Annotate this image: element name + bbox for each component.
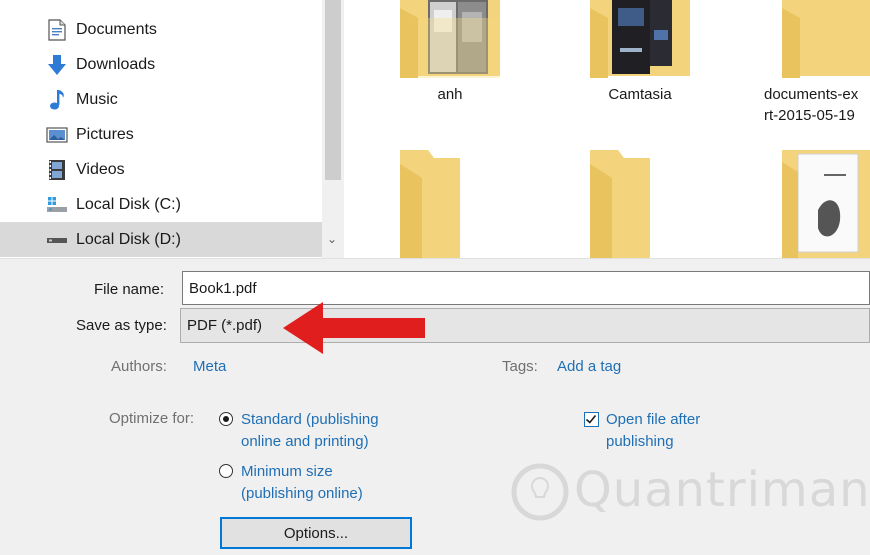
pictures-icon [46,124,68,146]
radio-selected-dot [222,415,229,422]
download-arrow-icon [46,54,68,76]
standard-line1: Standard (publishing [241,411,379,428]
nav-item-documents[interactable]: Documents [0,12,322,47]
optimize-for-label: Optimize for: [109,410,195,427]
nav-label: Documents [76,20,157,38]
nav-label: Local Disk (C:) [76,195,181,213]
file-name-label: File name: [94,281,165,298]
nav-scrollbar[interactable]: ⌄ [322,0,344,258]
checkmark-icon [585,414,597,424]
folder-label-line2: rt-2015-05-19 [764,107,855,124]
tags-label: Tags: [502,358,538,375]
folder-icon [782,0,870,78]
options-button-label: Options... [283,524,349,542]
nav-item-local-disk-d[interactable]: Local Disk (D:) [0,222,322,257]
divider [0,258,870,259]
folder-label-line1: documents-ex [764,86,859,103]
folder-item[interactable]: documents-ex rt-2015-05-19 [764,0,870,124]
scrollbar-thumb[interactable] [325,0,341,180]
authors-label: Authors: [111,358,167,375]
navigation-pane: Documents Downloads Music Pictures Video… [0,0,322,258]
open-file-checkbox[interactable] [584,412,599,427]
nav-item-local-disk-c[interactable]: Local Disk (C:) [0,187,322,222]
save-as-type-label: Save as type: [76,317,167,334]
nav-label: Pictures [76,125,134,143]
nav-item-music[interactable]: Music [0,82,322,117]
folder-icon [400,150,460,258]
file-list: anh Camtasia documents-ex rt-2015-05-19 [344,0,870,258]
tags-field[interactable]: Add a tag [557,358,621,375]
minimum-size-radio[interactable] [219,464,233,478]
chevron-down-icon[interactable]: ⌄ [327,232,337,246]
nav-label: Videos [76,160,125,178]
open-file-option-label[interactable]: Open file after publishing [606,409,700,453]
minimum-line1: Minimum size [241,463,333,480]
standard-line2: online and printing) [241,433,369,450]
nav-label: Downloads [76,55,156,73]
minimum-line2: (publishing online) [241,485,363,502]
videos-icon [46,159,68,181]
documents-icon [46,18,68,41]
minimum-size-option-label[interactable]: Minimum size (publishing online) [241,461,363,505]
nav-item-videos[interactable]: Videos [0,152,322,187]
options-button[interactable]: Options... [220,517,412,549]
drive-icon [46,229,68,251]
watermark-text: Quantrimang [574,462,870,518]
lightbulb-logo-icon [511,463,569,521]
windows-drive-icon [46,194,68,216]
authors-field[interactable]: Meta [193,358,226,375]
folder-item[interactable] [400,150,460,258]
nav-label: Local Disk (D:) [76,230,181,248]
nav-item-downloads[interactable]: Downloads [0,47,322,82]
save-as-type-value: PDF (*.pdf) [187,317,263,334]
red-arrow-icon [283,302,425,354]
folder-label: Camtasia [608,86,672,103]
nav-item-pictures[interactable]: Pictures [0,117,322,152]
folder-icon [590,0,690,78]
standard-option-label[interactable]: Standard (publishing online and printing… [241,409,379,453]
open-after-line2: publishing [606,433,674,450]
folder-icon [400,0,500,78]
folder-label: anh [437,86,463,103]
file-name-value: Book1.pdf [189,279,257,297]
nav-label: Music [76,90,118,108]
folder-icon [590,150,650,258]
standard-radio[interactable] [219,412,233,426]
folder-item[interactable]: Camtasia [590,0,690,103]
music-note-icon [46,89,68,111]
folder-icon [782,150,870,258]
folder-item[interactable] [590,150,650,258]
open-after-line1: Open file after [606,411,701,428]
folder-item[interactable] [782,150,870,258]
folder-label: documents-ex rt-2015-05-19 [764,84,870,126]
folder-item[interactable]: anh [400,0,500,103]
explorer-pane: Documents Downloads Music Pictures Video… [0,0,870,258]
